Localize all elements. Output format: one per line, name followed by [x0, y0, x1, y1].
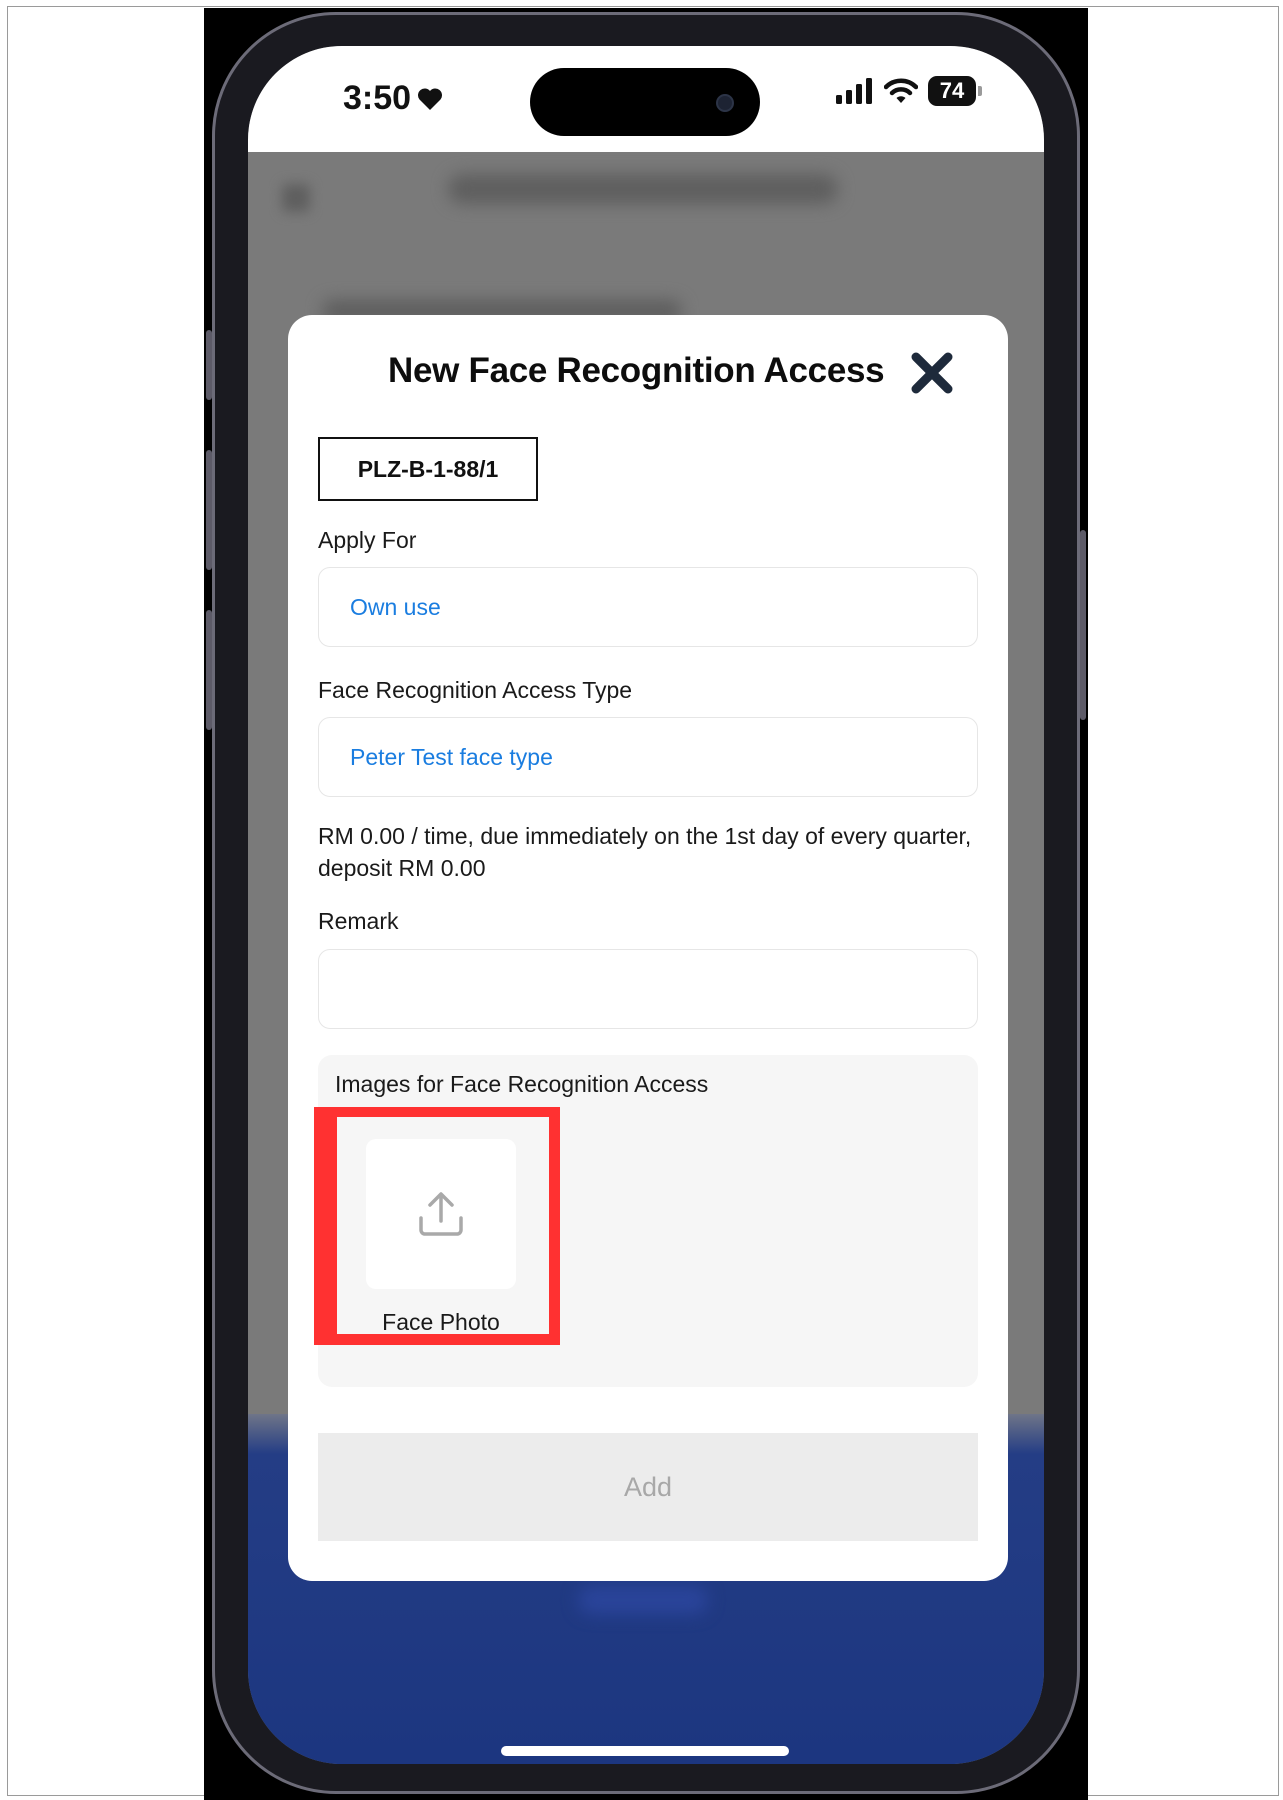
apply-for-label: Apply For: [318, 527, 417, 553]
time-text: 3:50: [343, 79, 412, 117]
heart-icon: [418, 87, 443, 110]
dynamic-island: [530, 68, 760, 136]
background-bottom-button: [578, 1586, 708, 1614]
close-icon: [911, 352, 953, 394]
remark-input[interactable]: [318, 949, 978, 1029]
camera-icon: [716, 94, 734, 112]
apply-for-select[interactable]: Own use: [318, 567, 978, 647]
signal-icon: [836, 78, 872, 104]
access-type-value: Peter Test face type: [350, 743, 553, 770]
status-icons: 74: [836, 76, 982, 106]
add-button[interactable]: Add: [318, 1433, 978, 1541]
highlight-box: [314, 1107, 560, 1345]
wifi-icon: [884, 78, 918, 103]
new-face-access-modal: New Face Recognition Access PLZ-B-1-88/1…: [288, 315, 1008, 1581]
power-button: [1080, 530, 1086, 720]
close-button[interactable]: [908, 349, 956, 397]
access-type-select[interactable]: Peter Test face type: [318, 717, 978, 797]
fee-description: RM 0.00 / time, due immediately on the 1…: [318, 823, 972, 881]
apply-for-value: Own use: [350, 593, 441, 620]
status-time: 3:50: [343, 79, 443, 118]
action-button: [206, 330, 212, 400]
background-back-button: [282, 184, 310, 212]
add-button-label: Add: [623, 1471, 673, 1502]
access-type-label: Face Recognition Access Type: [318, 677, 633, 703]
volume-up-button: [206, 450, 212, 570]
remark-label: Remark: [318, 908, 399, 934]
status-bar: 3:50 74: [248, 46, 1044, 152]
unit-number-tag: PLZ-B-1-88/1: [318, 437, 538, 501]
images-label: Images for Face Recognition Access: [335, 1071, 709, 1097]
volume-down-button: [206, 610, 212, 730]
modal-title: New Face Recognition Access: [388, 351, 885, 390]
background-page-title: [448, 174, 838, 204]
images-panel: Images for Face Recognition Access Face …: [314, 1055, 978, 1387]
home-indicator: [501, 1746, 789, 1756]
battery-icon: 74: [928, 76, 982, 106]
battery-level: 74: [939, 78, 965, 103]
